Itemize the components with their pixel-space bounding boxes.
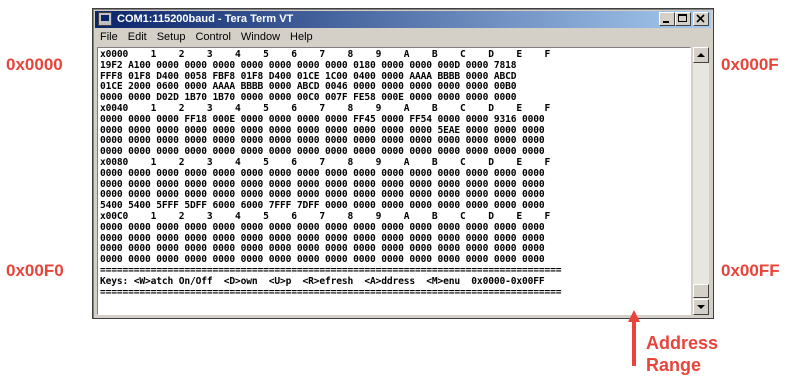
separator-line: ========================================… bbox=[100, 286, 562, 298]
menu-edit[interactable]: Edit bbox=[123, 29, 152, 45]
tera-term-app-icon[interactable] bbox=[98, 12, 112, 26]
window-title: COM1:115200baud - Tera Term VT bbox=[117, 13, 294, 25]
annotation-top-right: 0x000F bbox=[721, 55, 779, 74]
scrollbar-thumb[interactable] bbox=[693, 284, 709, 298]
menu-help[interactable]: Help bbox=[285, 29, 318, 45]
terminal-output[interactable]: x0000 1 2 3 4 5 6 7 8 9 A B C D E F 19F2… bbox=[97, 47, 691, 315]
hex-data-row: 0000 0000 0000 0000 0000 0000 0000 0000 … bbox=[100, 221, 545, 233]
hex-data-row: 19F2 A100 0000 0000 0000 0000 0000 0000 … bbox=[100, 59, 517, 71]
close-icon[interactable] bbox=[693, 12, 709, 26]
menu-control[interactable]: Control bbox=[190, 29, 235, 45]
menu-setup[interactable]: Setup bbox=[152, 29, 191, 45]
annotation-bottom-right: 0x00FF bbox=[721, 261, 780, 280]
scroll-up-icon[interactable] bbox=[693, 47, 709, 63]
vertical-scrollbar[interactable] bbox=[693, 47, 709, 315]
hex-data-row: 0000 0000 0000 0000 0000 0000 0000 0000 … bbox=[100, 167, 545, 179]
annotation-bottom-left: 0x00F0 bbox=[6, 261, 64, 280]
menu-bar: File Edit Setup Control Window Help bbox=[95, 29, 711, 45]
address-range-line2: Range bbox=[646, 355, 702, 375]
arrow-up-icon bbox=[628, 310, 640, 366]
address-range-line1: Address bbox=[646, 333, 719, 353]
title-bar[interactable]: COM1:115200baud - Tera Term VT bbox=[95, 11, 711, 28]
maximize-icon[interactable] bbox=[675, 12, 691, 26]
tera-term-window: COM1:115200baud - Tera Term VT File Edit… bbox=[92, 8, 714, 319]
scroll-down-icon[interactable] bbox=[693, 299, 709, 315]
menu-window[interactable]: Window bbox=[236, 29, 285, 45]
window-controls bbox=[659, 12, 709, 26]
keys-help-line: Keys: <W>atch On/Off <D>own <U>p <R>efre… bbox=[100, 275, 545, 287]
address-range-annotation: Address Range bbox=[646, 332, 718, 376]
annotation-top-left: 0x0000 bbox=[6, 55, 63, 74]
input-line bbox=[100, 298, 561, 309]
menu-file[interactable]: File bbox=[95, 29, 123, 45]
terminal-lines: x0000 1 2 3 4 5 6 7 8 9 A B C D E F 19F2… bbox=[100, 49, 562, 309]
hex-data-row: 0000 0000 0000 FF18 000E 0000 0000 0000 … bbox=[100, 113, 545, 125]
minimize-icon[interactable] bbox=[659, 12, 675, 26]
